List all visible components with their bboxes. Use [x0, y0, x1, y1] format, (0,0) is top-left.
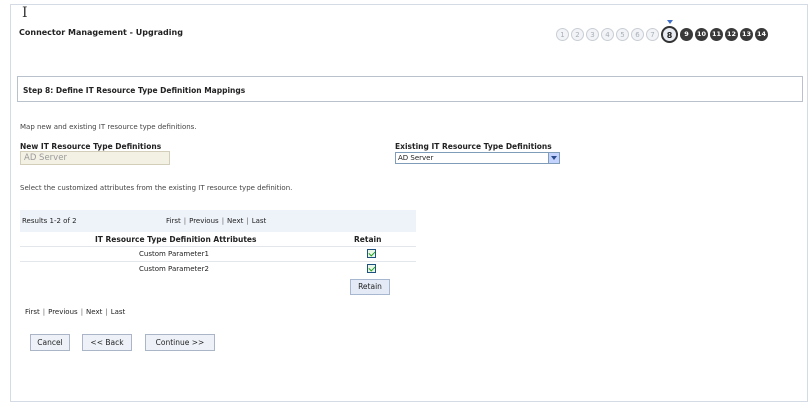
new-definitions-label: New IT Resource Type Definitions	[20, 142, 162, 151]
first-link[interactable]: First	[166, 217, 181, 225]
retain-checkbox[interactable]	[367, 264, 376, 273]
separator: |	[42, 308, 46, 316]
step-7[interactable]: 7	[646, 28, 659, 41]
retain-checkbox[interactable]	[367, 249, 376, 258]
previous-link[interactable]: Previous	[189, 217, 219, 225]
step-8-current: 8	[661, 20, 678, 43]
step-3[interactable]: 3	[586, 28, 599, 41]
last-link[interactable]: Last	[111, 308, 126, 316]
step-heading: Step 8: Define IT Resource Type Definiti…	[23, 86, 246, 95]
step-4[interactable]: 4	[601, 28, 614, 41]
chevron-down-icon[interactable]	[548, 153, 559, 163]
separator: |	[105, 308, 108, 316]
results-count: Results 1-2 of 2	[22, 217, 77, 225]
step-indicator: 1 2 3 4 5 6 7 8 9 10 11 12 13 14	[556, 20, 770, 43]
step-1[interactable]: 1	[556, 28, 569, 41]
existing-definition-select[interactable]: AD Server	[395, 152, 560, 164]
separator: |	[80, 308, 84, 316]
new-definition-field: AD Server	[20, 151, 170, 165]
attribute-name: Custom Parameter2	[139, 265, 209, 273]
step-10: 10	[695, 28, 708, 41]
separator: |	[221, 217, 225, 225]
first-link[interactable]: First	[25, 308, 40, 316]
step-11: 11	[710, 28, 723, 41]
retain-column-header: Retain	[354, 235, 382, 244]
previous-link[interactable]: Previous	[48, 308, 78, 316]
section-description: Map new and existing IT resource type de…	[20, 123, 197, 131]
next-link[interactable]: Next	[86, 308, 102, 316]
step-9: 9	[680, 28, 693, 41]
retain-button[interactable]: Retain	[350, 279, 390, 295]
step-heading-box: Step 8: Define IT Resource Type Definiti…	[17, 76, 803, 102]
attribute-name: Custom Parameter1	[139, 250, 209, 258]
existing-definition-value: AD Server	[398, 154, 434, 162]
table-row: Custom Parameter2	[20, 261, 416, 276]
step-14: 14	[755, 28, 768, 41]
attributes-table: Results 1-2 of 2 First | Previous | Next | Las…	[20, 210, 416, 300]
instructions-text: Select the customized attributes from th…	[20, 184, 293, 192]
step-13: 13	[740, 28, 753, 41]
pagination-top: First | Previous | Next | Last	[166, 217, 266, 225]
separator: |	[246, 217, 249, 225]
step-6[interactable]: 6	[631, 28, 644, 41]
text-cursor-icon: I	[22, 5, 28, 21]
cancel-button[interactable]: Cancel	[30, 334, 70, 351]
results-bar: Results 1-2 of 2 First | Previous | Next | Las…	[20, 210, 416, 232]
step-12: 12	[725, 28, 738, 41]
attributes-column-header: IT Resource Type Definition Attributes	[95, 235, 257, 244]
next-link[interactable]: Next	[227, 217, 243, 225]
page-title: Connector Management - Upgrading	[19, 28, 183, 37]
existing-definitions-label: Existing IT Resource Type Definitions	[395, 142, 552, 151]
step-2[interactable]: 2	[571, 28, 584, 41]
table-row: Custom Parameter1	[20, 246, 416, 261]
step-5[interactable]: 5	[616, 28, 629, 41]
last-link[interactable]: Last	[252, 217, 267, 225]
pagination-bottom: First | Previous | Next | Last	[25, 308, 125, 316]
separator: |	[183, 217, 187, 225]
continue-button[interactable]: Continue >>	[145, 334, 215, 351]
back-button[interactable]: << Back	[82, 334, 132, 351]
